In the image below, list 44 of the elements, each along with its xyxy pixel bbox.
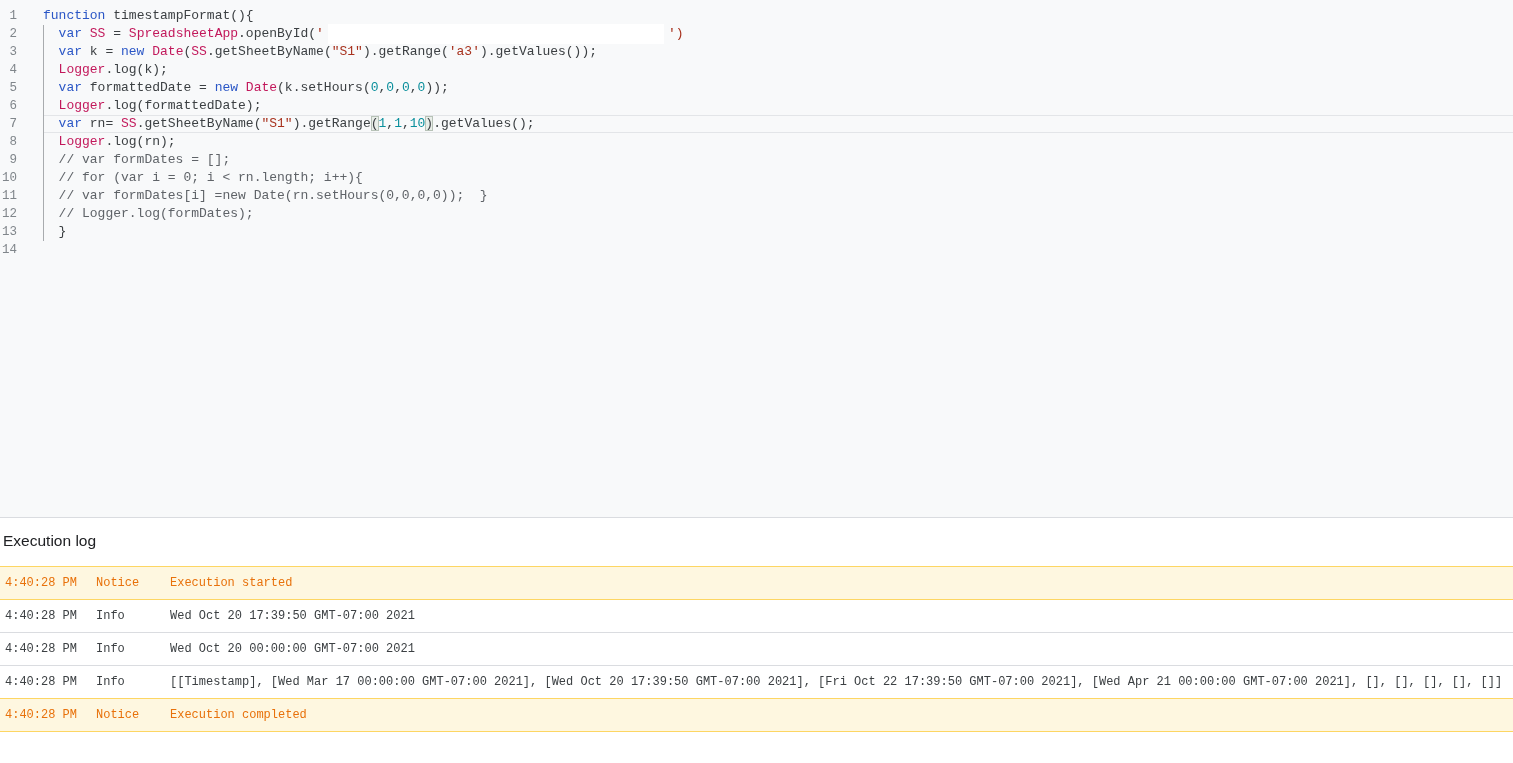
code-line: // var formDates[i] =new Date(rn.setHours(0,0,0,0)); } bbox=[58, 187, 488, 205]
line-number: 2 bbox=[8, 26, 17, 43]
log-time: 4:40:28 PM bbox=[4, 708, 78, 722]
code-line: ') bbox=[667, 25, 684, 43]
code-line: // var formDates = []; bbox=[58, 151, 231, 169]
line-number: 9 bbox=[8, 152, 17, 169]
log-message: Wed Oct 20 17:39:50 GMT-07:00 2021 bbox=[170, 609, 415, 623]
line-number: 11 bbox=[1, 188, 17, 205]
line-number: 6 bbox=[8, 98, 17, 115]
code-line: var k = new Date(SS.getSheetByName("S1").getRange('a3').getValues()); bbox=[58, 43, 597, 61]
line-number: 5 bbox=[8, 80, 17, 97]
line-number: 4 bbox=[8, 62, 17, 79]
code-line: Logger.log(rn); bbox=[58, 133, 176, 151]
log-severity: Notice bbox=[96, 576, 141, 590]
log-message: Execution completed bbox=[170, 708, 307, 722]
code-line: var formattedDate = new Date(k.setHours(0,0,0,0)); bbox=[58, 79, 449, 97]
log-severity: Notice bbox=[96, 708, 141, 722]
panel-title: Execution log bbox=[2, 531, 98, 551]
log-message: Wed Oct 20 00:00:00 GMT-07:00 2021 bbox=[170, 642, 415, 656]
code-line: Logger.log(k); bbox=[58, 61, 168, 79]
log-severity: Info bbox=[96, 642, 126, 656]
line-number: 3 bbox=[8, 44, 17, 61]
log-time: 4:40:28 PM bbox=[4, 576, 78, 590]
line-number: 13 bbox=[1, 224, 17, 241]
line-number: 12 bbox=[1, 206, 17, 223]
code-line: var SS = SpreadsheetApp.openById(' bbox=[58, 25, 324, 43]
line-number: 10 bbox=[1, 170, 17, 187]
line-number: 7 bbox=[8, 116, 17, 133]
code-line: // Logger.log(formDates); bbox=[58, 205, 254, 223]
log-message: Execution started bbox=[170, 576, 293, 590]
log-time: 4:40:28 PM bbox=[4, 675, 78, 689]
code-line: function timestampFormat(){ bbox=[43, 7, 254, 25]
log-time: 4:40:28 PM bbox=[4, 642, 78, 656]
code-line: Logger.log(formattedDate); bbox=[58, 97, 262, 115]
code-line: // for (var i = 0; i < rn.length; i++){ bbox=[58, 169, 363, 187]
line-number: 14 bbox=[1, 242, 17, 259]
code-line: var rn= SS.getSheetByName("S1").getRange(1,1,10).getValues(); bbox=[58, 115, 535, 133]
log-message: [[Timestamp], [Wed Mar 17 00:00:00 GMT-07:00 2021], [Wed Oct 20 17:39:50 GMT-07:00 2021], [Fri Oct 22 17:39:50 GMT-07:00 2021], [Wed Apr 21 00:00:00 GMT-07:00 2021], [], [], [], [], []] bbox=[170, 675, 1503, 689]
code-line: } bbox=[58, 223, 67, 241]
log-severity: Info bbox=[96, 609, 126, 623]
line-number: 1 bbox=[8, 8, 17, 25]
log-severity: Info bbox=[96, 675, 126, 689]
line-number: 8 bbox=[8, 134, 17, 151]
log-time: 4:40:28 PM bbox=[4, 609, 78, 623]
